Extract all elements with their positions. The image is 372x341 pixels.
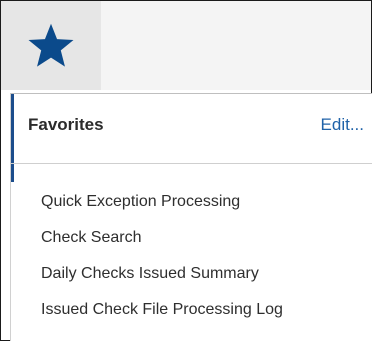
dropdown-header: Favorites Edit... xyxy=(11,94,372,164)
favorites-button[interactable] xyxy=(1,1,101,90)
star-icon xyxy=(26,22,76,70)
favorite-item-issued-check-file-processing-log[interactable]: Issued Check File Processing Log xyxy=(11,292,372,328)
favorite-item-daily-checks-issued-summary[interactable]: Daily Checks Issued Summary xyxy=(11,256,372,292)
window: Favorites Edit... Quick Exception Proces… xyxy=(0,0,372,341)
favorite-item-check-search[interactable]: Check Search xyxy=(11,220,372,256)
favorite-item-quick-exception-processing[interactable]: Quick Exception Processing xyxy=(11,184,372,220)
edit-favorites-link[interactable]: Edit... xyxy=(321,115,364,135)
favorites-title: Favorites xyxy=(28,115,104,134)
favorites-list: Quick Exception Processing Check Search … xyxy=(11,184,372,328)
favorites-dropdown: Favorites Edit... Quick Exception Proces… xyxy=(10,93,372,341)
top-toolbar xyxy=(1,1,371,90)
divider xyxy=(11,163,372,164)
